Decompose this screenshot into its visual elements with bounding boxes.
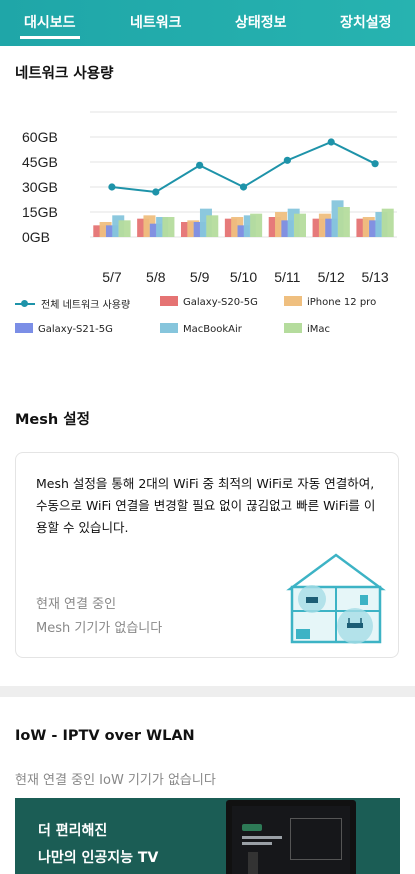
y-tick-label: 60GB [22, 129, 58, 145]
legend-macbookair[interactable]: MacBookAir [160, 323, 242, 335]
ai-tv-banner[interactable]: 더 편리해진 나만의 인공지능 TV [15, 798, 400, 874]
swatch-icon [160, 296, 178, 306]
mesh-status-line1: 현재 연결 중인 [36, 597, 117, 612]
legend-label: Galaxy-S20-5G [183, 297, 258, 308]
mesh-card: Mesh 설정을 통해 2대의 WiFi 중 최적의 WiFi로 자동 연결하여… [15, 452, 399, 658]
iow-title: IoW - IPTV over WLAN [15, 728, 195, 744]
line-legend-icon [15, 299, 35, 309]
mesh-status-line2: Mesh 기기가 없습니다 [36, 621, 163, 636]
total-usage-point [196, 161, 204, 169]
bar-imac [162, 217, 175, 237]
bar-imac [381, 208, 394, 237]
total-usage-point [239, 183, 248, 191]
banner-line1: 더 편리해진 [38, 823, 108, 839]
bar-imac [118, 220, 131, 237]
swatch-icon [284, 296, 302, 306]
legend-galaxy-s20[interactable]: Galaxy-S20-5G [160, 296, 258, 308]
tab-network[interactable]: 네트워크 [130, 12, 182, 32]
swatch-icon [15, 323, 33, 333]
top-navigation: 대시보드 네트워크 상태정보 장치설정 [0, 0, 415, 46]
legend-total-usage[interactable]: 전체 네트워크 사용량 [15, 296, 130, 311]
mesh-status: 현재 연결 중인 Mesh 기기가 없습니다 [36, 593, 162, 641]
x-tick-label: 5/12 [318, 269, 345, 285]
network-usage-title: 네트워크 사용량 [15, 66, 114, 82]
bar-imac [250, 213, 263, 237]
x-tick-label: 5/8 [146, 269, 166, 285]
tv-image [226, 800, 356, 874]
legend-label: iMac [307, 324, 331, 335]
x-tick-label: 5/13 [361, 269, 388, 285]
section-divider [0, 686, 415, 697]
y-tick-label: 0GB [22, 229, 50, 245]
network-usage-chart: 60GB 45GB 30GB 15GB 0GB 5/7 5/8 5/9 5/10 5/11 5/12… [22, 111, 397, 285]
legend-imac[interactable]: iMac [284, 323, 330, 335]
x-tick-label: 5/9 [190, 269, 210, 285]
legend-iphone12pro[interactable]: iPhone 12 pro [284, 296, 376, 308]
banner-line2: 나만의 인공지능 TV [38, 850, 159, 866]
tab-device-settings[interactable]: 장치설정 [340, 12, 392, 32]
bar-imac [293, 213, 306, 237]
y-tick-label: 15GB [22, 204, 58, 220]
tv-screen [232, 806, 350, 874]
iow-status: 현재 연결 중인 IoW 기기가 없습니다 [15, 773, 216, 788]
tab-dashboard[interactable]: 대시보드 [20, 12, 80, 39]
x-tick-label: 5/7 [102, 269, 122, 285]
y-tick-label: 45GB [22, 154, 58, 170]
mesh-description: Mesh 설정을 통해 2대의 WiFi 중 최적의 WiFi로 자동 연결하여… [36, 476, 376, 535]
total-usage-point [283, 156, 291, 164]
total-usage-point [152, 188, 160, 196]
swatch-icon [160, 323, 178, 333]
legend-label: Galaxy-S21-5G [38, 324, 113, 335]
total-usage-point [371, 160, 379, 168]
x-tick-label: 5/11 [274, 269, 300, 285]
legend-label: 전체 네트워크 사용량 [41, 300, 131, 311]
total-usage-point [327, 138, 335, 146]
swatch-icon [284, 323, 302, 333]
banner-text: 더 편리해진 나만의 인공지능 TV [38, 818, 158, 872]
bar-imac [206, 215, 219, 237]
mesh-title: Mesh 설정 [15, 412, 90, 428]
y-tick-label: 30GB [22, 179, 58, 195]
legend-label: MacBookAir [183, 324, 242, 335]
legend-galaxy-s21[interactable]: Galaxy-S21-5G [15, 323, 113, 335]
mesh-house-icon [286, 553, 386, 644]
tab-status[interactable]: 상태정보 [235, 12, 287, 32]
x-tick-label: 5/10 [230, 269, 257, 285]
total-usage-point [108, 183, 116, 191]
legend-label: iPhone 12 pro [307, 297, 377, 308]
bar-imac [337, 207, 350, 237]
